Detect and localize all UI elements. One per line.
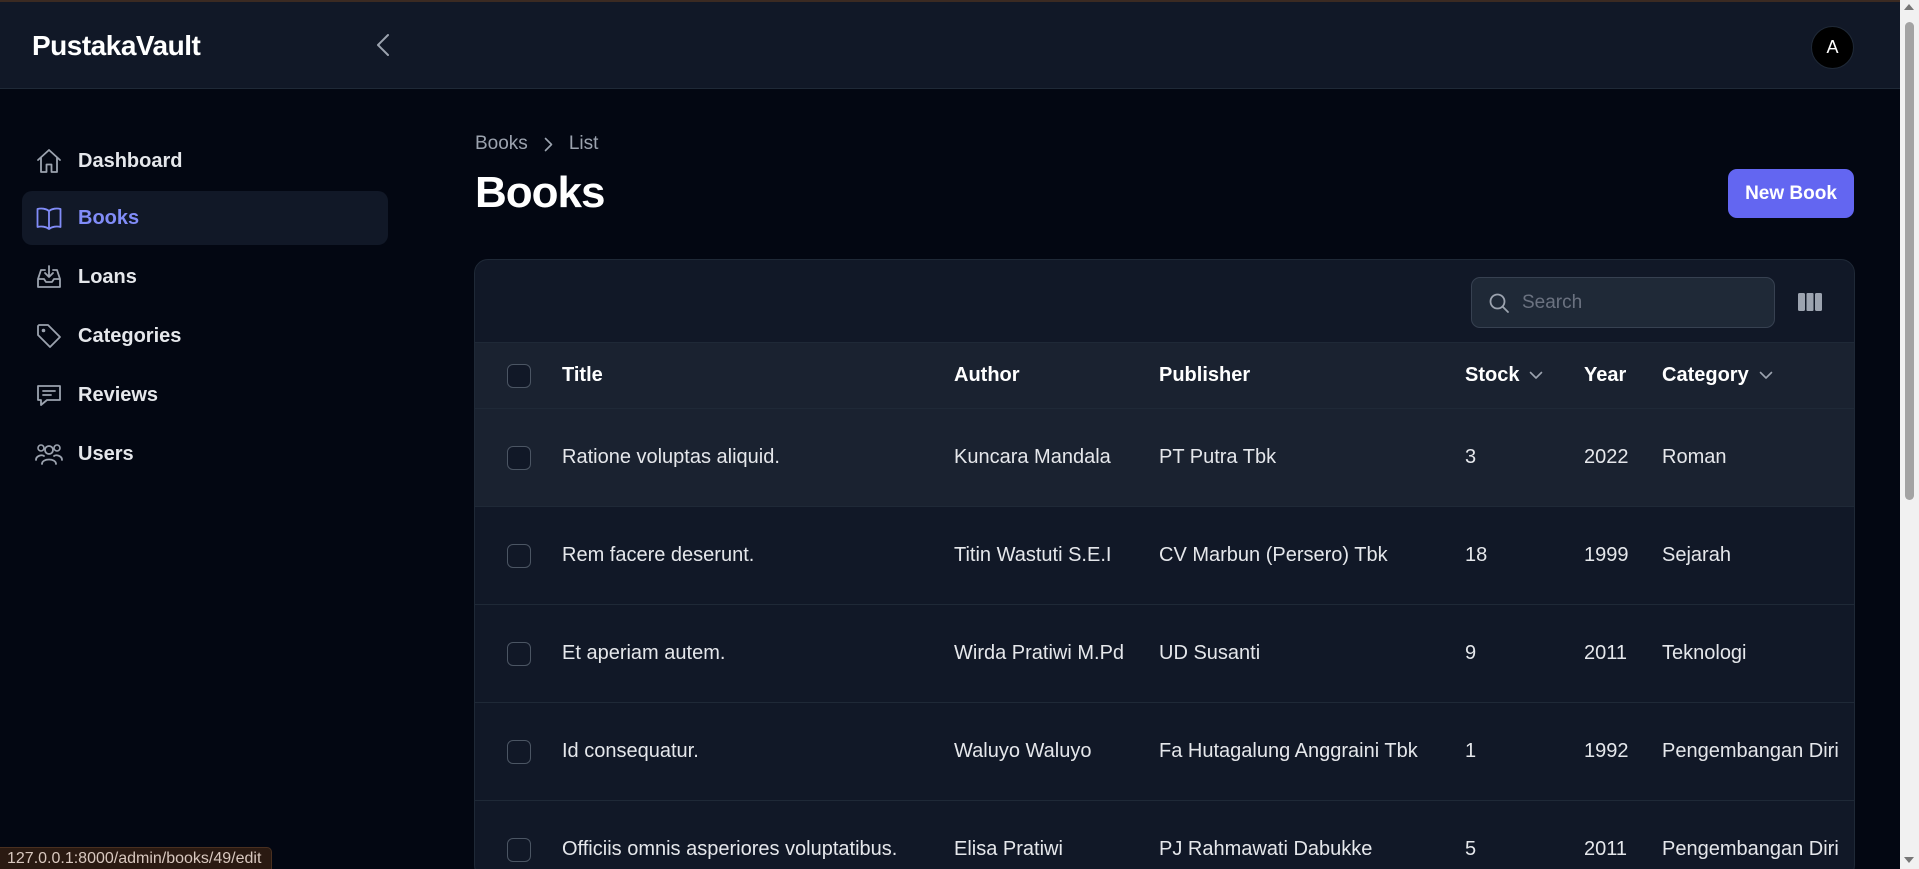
sidebar-item-dashboard[interactable]: Dashboard bbox=[22, 134, 388, 188]
sidebar-item-label: Loans bbox=[78, 265, 137, 288]
column-header-year[interactable]: Year bbox=[1584, 343, 1626, 408]
table-row[interactable]: Officiis omnis asperiores voluptatibus. … bbox=[475, 801, 1854, 869]
cell-publisher: Fa Hutagalung Anggraini Tbk bbox=[1159, 740, 1418, 762]
cell-author: Waluyo Waluyo bbox=[954, 740, 1092, 762]
scrollbar-thumb[interactable] bbox=[1905, 22, 1914, 500]
cell-title: Rem facere deserunt. bbox=[562, 544, 755, 566]
cell-year: 1999 bbox=[1584, 544, 1629, 566]
cell-title: Officiis omnis asperiores voluptatibus. bbox=[562, 838, 898, 860]
collapse-sidebar-button[interactable] bbox=[366, 28, 400, 62]
breadcrumb-current: List bbox=[568, 133, 599, 154]
breadcrumb: Books List bbox=[475, 133, 598, 155]
row-checkbox[interactable] bbox=[507, 837, 531, 862]
cell-author: Elisa Pratiwi bbox=[954, 838, 1063, 860]
cell-title: Id consequatur. bbox=[562, 740, 699, 762]
cell-author: Wirda Pratiwi M.Pd bbox=[954, 642, 1125, 664]
sidebar: Dashboard Books Loans Categories Reviews… bbox=[0, 90, 400, 869]
cell-title: Et aperiam autem. bbox=[562, 642, 726, 664]
cell-publisher: PJ Rahmawati Dabukke bbox=[1159, 838, 1373, 860]
sidebar-item-label: Books bbox=[78, 206, 140, 229]
sidebar-item-loans[interactable]: Loans bbox=[22, 250, 388, 304]
cell-stock: 5 bbox=[1465, 838, 1477, 860]
columns-icon bbox=[1798, 293, 1822, 311]
row-checkbox[interactable] bbox=[507, 445, 531, 470]
brand-logo[interactable]: PustakaVault bbox=[32, 30, 201, 62]
sidebar-item-label: Reviews bbox=[78, 383, 159, 406]
sidebar-item-label: Categories bbox=[78, 324, 182, 347]
sidebar-item-reviews[interactable]: Reviews bbox=[22, 368, 388, 422]
table-row[interactable]: Et aperiam autem. Wirda Pratiwi M.Pd UD … bbox=[475, 605, 1854, 703]
table-row[interactable]: Rem facere deserunt. Titin Wastuti S.E.I… bbox=[475, 507, 1854, 605]
chevron-down-icon bbox=[1759, 371, 1773, 380]
scroll-down-arrow-icon[interactable] bbox=[1904, 857, 1914, 863]
table-toolbar bbox=[475, 260, 1854, 343]
chevron-left-icon bbox=[377, 34, 389, 56]
column-header-title[interactable]: Title bbox=[562, 343, 603, 408]
row-checkbox[interactable] bbox=[507, 739, 531, 764]
cell-title: Ratione voluptas aliquid. bbox=[562, 446, 780, 468]
cell-year: 2022 bbox=[1584, 446, 1629, 468]
cell-year: 2011 bbox=[1584, 642, 1628, 664]
column-header-label: Stock bbox=[1465, 364, 1520, 386]
row-checkbox[interactable] bbox=[507, 641, 531, 666]
table-header: Title Author Publisher Stock Year Catego… bbox=[475, 343, 1854, 409]
book-open-icon bbox=[34, 203, 64, 233]
cell-category: Pengembangan Diri bbox=[1662, 740, 1839, 762]
cell-category: Roman bbox=[1662, 446, 1727, 468]
table-row[interactable]: Id consequatur. Waluyo Waluyo Fa Hutagal… bbox=[475, 703, 1854, 801]
cell-author: Titin Wastuti S.E.I bbox=[954, 544, 1112, 566]
column-header-publisher[interactable]: Publisher bbox=[1159, 343, 1250, 408]
sidebar-item-label: Users bbox=[78, 442, 134, 465]
books-table: Title Author Publisher Stock Year Catego… bbox=[474, 259, 1855, 869]
search-icon bbox=[1489, 293, 1509, 313]
tag-icon bbox=[34, 321, 64, 351]
column-header-category[interactable]: Category bbox=[1662, 343, 1773, 408]
cell-stock: 18 bbox=[1465, 544, 1488, 566]
link-status-url: 127.0.0.1:8000/admin/books/49/edit bbox=[0, 847, 273, 869]
cell-publisher: CV Marbun (Persero) Tbk bbox=[1159, 544, 1388, 566]
search-field[interactable] bbox=[1471, 277, 1775, 328]
inbox-download-icon bbox=[34, 262, 64, 292]
breadcrumb-books-link[interactable]: Books bbox=[475, 133, 528, 155]
table-row[interactable]: Ratione voluptas aliquid. Kuncara Mandal… bbox=[475, 409, 1854, 507]
chevron-down-icon bbox=[1529, 371, 1543, 380]
cell-category: Pengembangan Diri bbox=[1662, 838, 1839, 860]
cell-stock: 3 bbox=[1465, 446, 1477, 468]
sidebar-item-users[interactable]: Users bbox=[22, 427, 388, 481]
home-icon bbox=[34, 146, 64, 176]
search-input[interactable] bbox=[1522, 291, 1752, 314]
row-checkbox[interactable] bbox=[507, 543, 531, 568]
top-bar: PustakaVault A bbox=[0, 2, 1900, 89]
toggle-columns-button[interactable] bbox=[1794, 286, 1826, 318]
chevron-right-icon bbox=[544, 137, 553, 152]
cell-year: 2011 bbox=[1584, 838, 1628, 860]
scroll-up-arrow-icon[interactable] bbox=[1904, 4, 1914, 10]
new-book-button[interactable]: New Book bbox=[1728, 169, 1854, 218]
cell-publisher: PT Putra Tbk bbox=[1159, 446, 1277, 468]
column-header-stock[interactable]: Stock bbox=[1465, 343, 1543, 408]
sidebar-item-label: Dashboard bbox=[78, 149, 183, 172]
cell-stock: 1 bbox=[1465, 740, 1477, 762]
cell-author: Kuncara Mandala bbox=[954, 446, 1111, 468]
sidebar-item-books[interactable]: Books bbox=[22, 191, 388, 245]
chat-bubble-icon bbox=[34, 380, 64, 410]
column-header-label: Category bbox=[1662, 364, 1749, 386]
cell-year: 1992 bbox=[1584, 740, 1629, 762]
sidebar-item-categories[interactable]: Categories bbox=[22, 309, 388, 363]
page-title: Books bbox=[475, 168, 605, 217]
cell-category: Sejarah bbox=[1662, 544, 1731, 566]
cell-stock: 9 bbox=[1465, 642, 1477, 664]
cell-publisher: UD Susanti bbox=[1159, 642, 1261, 664]
users-group-icon bbox=[34, 439, 64, 469]
page-scrollbar[interactable] bbox=[1900, 0, 1919, 869]
cell-category: Teknologi bbox=[1662, 642, 1747, 664]
select-all-checkbox[interactable] bbox=[507, 363, 531, 388]
column-header-author[interactable]: Author bbox=[954, 343, 1020, 408]
user-avatar[interactable]: A bbox=[1811, 26, 1854, 69]
